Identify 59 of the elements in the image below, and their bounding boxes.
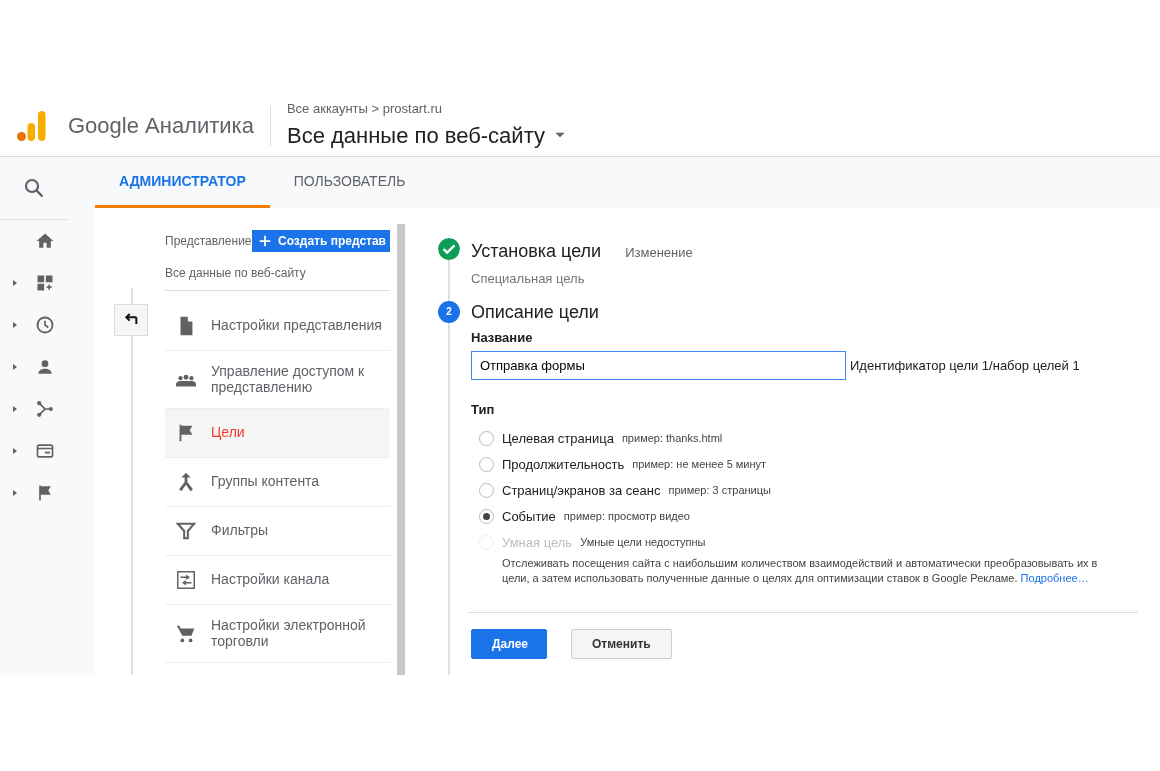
option-hint: пример: просмотр видео (563, 509, 690, 525)
expand-arrow-icon[interactable] (11, 279, 19, 287)
menu-item[interactable]: Фильтры (165, 507, 390, 556)
field-label: Название (471, 328, 534, 347)
search-icon[interactable] (22, 176, 46, 200)
menu-item[interactable]: Цели (165, 409, 390, 458)
option-label: Целевая страница (502, 429, 614, 448)
menu-item[interactable]: Настройки электронной торговли (165, 605, 390, 663)
back-button[interactable] (114, 304, 148, 336)
name-input-field[interactable]: Отправка формы (471, 351, 846, 380)
home-icon[interactable] (35, 231, 55, 251)
menu-item[interactable]: Настройки канала (165, 556, 390, 605)
view-label: Представление (165, 233, 252, 250)
person-icon[interactable] (35, 357, 55, 377)
expand-arrow-icon[interactable] (11, 489, 19, 497)
plus-icon (258, 234, 272, 248)
radio-button[interactable] (479, 457, 494, 472)
menu-item[interactable]: Настройки представления (165, 302, 390, 351)
view-selector[interactable]: Все данные по веб-сайту (286, 118, 545, 152)
radio-button[interactable] (479, 431, 494, 446)
breadcrumb[interactable]: Все аккаунты > prostart.ru (286, 99, 567, 119)
expand-arrow-icon[interactable] (11, 447, 19, 455)
menu-item[interactable]: Группы контента (165, 458, 390, 507)
product-name: Google Аналитика (68, 112, 254, 140)
option-hint: пример: thanks.html (621, 431, 723, 447)
tab[interactable]: ПОЛЬЗОВАТЕЛЬ (269, 157, 430, 208)
radio-button[interactable] (479, 509, 494, 524)
goal-id-text: Идентификатор цели 1/набор целей 1 (850, 356, 1080, 375)
option-hint: пример: не менее 5 минут (632, 457, 767, 473)
dashboard-icon[interactable] (35, 273, 55, 293)
option-label: Событие (502, 507, 556, 526)
step-number: 2 (438, 300, 460, 323)
next-button[interactable]: Далее (471, 629, 547, 660)
step-title: Установка цели (471, 240, 602, 263)
edit-link[interactable]: Изменение (625, 243, 693, 263)
sliders-icon (175, 569, 197, 591)
card-icon[interactable] (35, 441, 55, 461)
scrollbar[interactable] (397, 224, 405, 675)
filter-icon (175, 520, 197, 542)
smart-goal-description: Отслеживать посещения сайта с наибольшим количеством взаимодействий и автоматически преобразовывать их в цели, а затем использовать полученные данные о целях для оптимизации ставок в Google Рекламе. Подробнее… (501, 555, 1099, 586)
expand-arrow-icon[interactable] (11, 405, 19, 413)
step-summary: Специальная цель (471, 270, 586, 288)
option-hint: Умные цели недоступны (580, 535, 706, 551)
branch-icon[interactable] (35, 399, 55, 419)
clock-icon[interactable] (35, 315, 55, 335)
option-hint: пример: 3 страницы (668, 483, 771, 499)
expand-arrow-icon[interactable] (11, 363, 19, 371)
expand-arrow-icon[interactable] (11, 321, 19, 329)
step-title: Описание цели (471, 300, 599, 324)
field-label: Тип (471, 401, 496, 419)
learn-more-link[interactable]: Подробнее… (1020, 571, 1089, 584)
option-label: Умная цель (502, 533, 573, 552)
create-view-button[interactable]: Создать представ (252, 230, 390, 252)
view-name: Все данные по веб-сайту (165, 252, 390, 291)
option-label: Страниц/экранов за сеанс (502, 481, 661, 500)
cancel-button[interactable]: Отменить (571, 629, 672, 660)
radio-button[interactable] (479, 483, 494, 498)
tab[interactable]: АДМИНИСТРАТОР (95, 157, 270, 208)
option-label: Продолжительность (502, 455, 625, 474)
